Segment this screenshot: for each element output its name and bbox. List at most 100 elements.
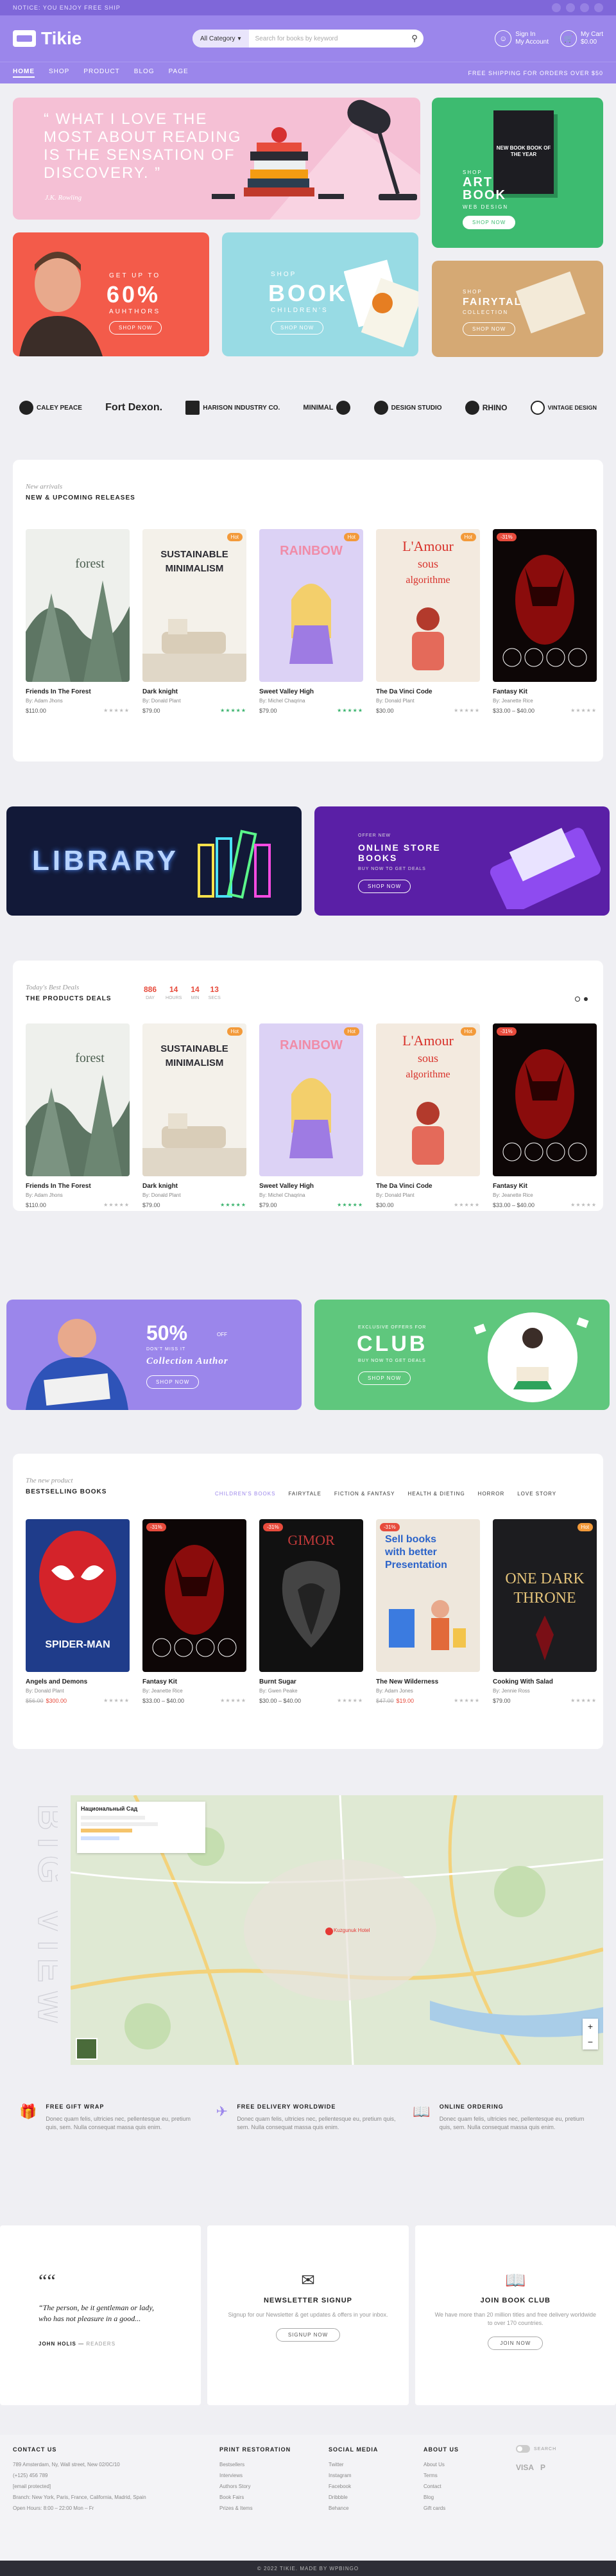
product-title[interactable]: Dark knight xyxy=(142,688,246,695)
discount-authors-banner[interactable]: GET UP TO 60% AUHTHORS SHOP NOW xyxy=(13,232,209,356)
product-card[interactable]: L'Amour sous algorithme Hot The Da Vinci Cod… xyxy=(376,1023,480,1208)
library-banner[interactable]: LIBRARY xyxy=(6,806,302,916)
product-card[interactable]: L'Amour sous algorithme Hot The Da Vinci Cod… xyxy=(376,529,480,714)
product-title[interactable]: Angels and Demons xyxy=(26,1678,130,1685)
product-title[interactable]: Sweet Valley High xyxy=(259,1183,363,1190)
cart-link[interactable]: 🛒 My Cart $0.00 xyxy=(560,30,603,47)
brand-logo[interactable]: CALEY PEACE xyxy=(19,401,82,415)
brand-logo[interactable]: DESIGN STUDIO xyxy=(373,401,442,415)
product-card[interactable]: SPIDER-MAN Angels and Demons By: Donald Pl… xyxy=(26,1519,130,1704)
book-cover-image[interactable]: L'Amour sous algorithme Hot xyxy=(376,529,480,682)
footer-link[interactable]: Interviews xyxy=(219,2473,291,2478)
book-cover-image[interactable]: L'Amour sous algorithme Hot xyxy=(376,1023,480,1176)
book-cover-image[interactable]: GIMOR -31% xyxy=(259,1519,363,1672)
footer-link[interactable]: Behance xyxy=(329,2505,378,2511)
footer-link[interactable]: Gift cards xyxy=(424,2505,459,2511)
club-banner[interactable]: EXCLUSIVE OFFERS FOR CLUB BUY NOW TO GET… xyxy=(314,1300,610,1410)
product-card[interactable]: -31% Fantasy Kit By: Jeanette Rice $33.00 –… xyxy=(142,1519,246,1704)
product-card[interactable]: Sell books with better Presentation -31% The… xyxy=(376,1519,480,1704)
product-title[interactable]: Sweet Valley High xyxy=(259,688,363,695)
facebook-icon[interactable] xyxy=(552,3,561,12)
brand-logo[interactable]: RHINO xyxy=(465,401,507,415)
product-card[interactable]: SUSTAINABLE MINIMALISM Hot Dark knight By: D… xyxy=(142,1023,246,1208)
book-cover-image[interactable]: Sell books with better Presentation -31% xyxy=(376,1519,480,1672)
search-input[interactable]: Search for books by keyword xyxy=(249,35,406,42)
tab-fiction-fantasy[interactable]: FICTION & FANTASY xyxy=(334,1491,395,1497)
search-icon[interactable]: ⚲ xyxy=(406,33,424,44)
signup-button[interactable]: SIGNUP NOW xyxy=(275,2328,341,2342)
hero-quote-banner[interactable]: “ WHAT I LOVE THE MOST ABOUT READING IS … xyxy=(13,98,420,220)
book-cover-image[interactable]: -31% xyxy=(142,1519,246,1672)
tab-love-story[interactable]: LOVE STORY xyxy=(517,1491,556,1497)
children-book-banner[interactable]: SHOP BOOK CHILDREN'S SHOP NOW xyxy=(222,232,418,356)
footer-link[interactable]: Terms xyxy=(424,2473,459,2478)
product-card[interactable]: -31% Fantasy Kit By: Jeanette Rice $33.00 –… xyxy=(493,1023,597,1208)
footer-link[interactable]: Authors Story xyxy=(219,2484,291,2489)
art-book-banner[interactable]: NEW BOOK BOOK OF THE YEAR SHOP ART BOOK … xyxy=(432,98,603,248)
product-card[interactable]: forest Friends In The Forest By: Adam Jhon… xyxy=(26,1023,130,1208)
art-shop-button[interactable]: SHOP NOW xyxy=(463,216,516,229)
book-cover-image[interactable]: forest xyxy=(26,1023,130,1176)
product-title[interactable]: Burnt Sugar xyxy=(259,1678,363,1685)
online-shop-button[interactable]: SHOP NOW xyxy=(358,880,411,893)
footer-link[interactable]: Facebook xyxy=(329,2484,378,2489)
fairy-shop-button[interactable]: SHOP NOW xyxy=(463,322,516,336)
product-title[interactable]: Fantasy Kit xyxy=(493,1183,597,1190)
footer-link[interactable]: Contact xyxy=(424,2484,459,2489)
nav-page[interactable]: PAGE xyxy=(169,68,189,78)
footer-link[interactable]: Instagram xyxy=(329,2473,378,2478)
nav-home[interactable]: HOME xyxy=(13,68,35,78)
book-cover-image[interactable]: SUSTAINABLE MINIMALISM Hot xyxy=(142,529,246,682)
instagram-icon[interactable] xyxy=(580,3,589,12)
footer-link[interactable]: Book Fairs xyxy=(219,2494,291,2500)
collection-author-banner[interactable]: 50% OFF DON'T MISS IT Collection Author … xyxy=(6,1300,302,1410)
brand-logo[interactable]: MINIMAL xyxy=(303,401,351,415)
kids-shop-button[interactable]: SHOP NOW xyxy=(271,321,324,335)
product-title[interactable]: Friends In The Forest xyxy=(26,688,130,695)
carousel-dot[interactable] xyxy=(584,997,588,1001)
map-satellite-toggle[interactable] xyxy=(76,2038,98,2060)
product-title[interactable]: The New Wilderness xyxy=(376,1678,480,1685)
nav-product[interactable]: PRODUCT xyxy=(83,68,119,78)
book-cover-image[interactable]: SPIDER-MAN xyxy=(26,1519,130,1672)
product-title[interactable]: The Da Vinci Code xyxy=(376,1183,480,1190)
footer-link[interactable]: Dribbble xyxy=(329,2494,378,2500)
fifty-shop-button[interactable]: SHOP NOW xyxy=(146,1375,200,1389)
book-cover-image[interactable]: ONE DARK THRONE Hot xyxy=(493,1519,597,1672)
location-map[interactable]: Kuzgunuk Hotel Национальный Сад + − xyxy=(71,1795,603,2065)
join-button[interactable]: JOIN NOW xyxy=(488,2337,543,2350)
club-shop-button[interactable]: SHOP NOW xyxy=(358,1371,411,1385)
nav-blog[interactable]: BLOG xyxy=(134,68,155,78)
footer-link[interactable]: Blog xyxy=(424,2494,459,2500)
sixty-shop-button[interactable]: SHOP NOW xyxy=(109,321,162,335)
book-cover-image[interactable]: -31% xyxy=(493,529,597,682)
toggle-switch[interactable] xyxy=(516,2445,530,2453)
online-store-banner[interactable]: OFFER NEW ONLINE STORE BOOKS BUY NOW TO … xyxy=(314,806,610,916)
brand-logo[interactable]: Fort Dexon. xyxy=(105,402,162,413)
brand-logo[interactable]: VINTAGE DESIGN xyxy=(530,401,597,415)
account-link[interactable]: ☺ Sign In My Account xyxy=(495,30,549,47)
tab-horror[interactable]: HORROR xyxy=(478,1491,505,1497)
product-title[interactable]: Friends In The Forest xyxy=(26,1183,130,1190)
product-card[interactable]: SUSTAINABLE MINIMALISM Hot Dark knight By: D… xyxy=(142,529,246,714)
pinterest-icon[interactable] xyxy=(594,3,603,12)
fairytale-banner[interactable]: SHOP FAIRYTALE COLLECTION SHOP NOW xyxy=(432,261,603,357)
tab-health-dieting[interactable]: HEALTH & DIETING xyxy=(407,1491,465,1497)
product-title[interactable]: Cooking With Salad xyxy=(493,1678,597,1685)
product-card[interactable]: RAINBOW Hot Sweet Valley High By: Michel Ch… xyxy=(259,1023,363,1208)
tab-fairytale[interactable]: FAIRYTALE xyxy=(288,1491,321,1497)
category-select[interactable]: All Category ▾ xyxy=(193,30,249,48)
carousel-dot[interactable] xyxy=(575,996,580,1002)
product-title[interactable]: Fantasy Kit xyxy=(142,1678,246,1685)
product-card[interactable]: forest Friends In The Forest By: Adam Jhon… xyxy=(26,529,130,714)
footer-link[interactable]: Bestsellers xyxy=(219,2462,291,2467)
product-card[interactable]: ONE DARK THRONE Hot Cooking With Salad By: J… xyxy=(493,1519,597,1704)
product-title[interactable]: The Da Vinci Code xyxy=(376,688,480,695)
nav-shop[interactable]: SHOP xyxy=(49,68,69,78)
product-card[interactable]: RAINBOW Hot Sweet Valley High By: Michel Ch… xyxy=(259,529,363,714)
footer-link[interactable]: Twitter xyxy=(329,2462,378,2467)
map-zoom-controls[interactable]: + − xyxy=(583,2019,598,2049)
product-title[interactable]: Fantasy Kit xyxy=(493,688,597,695)
book-cover-image[interactable]: SUSTAINABLE MINIMALISM Hot xyxy=(142,1023,246,1176)
footer-email[interactable]: [email protected] xyxy=(13,2484,167,2489)
